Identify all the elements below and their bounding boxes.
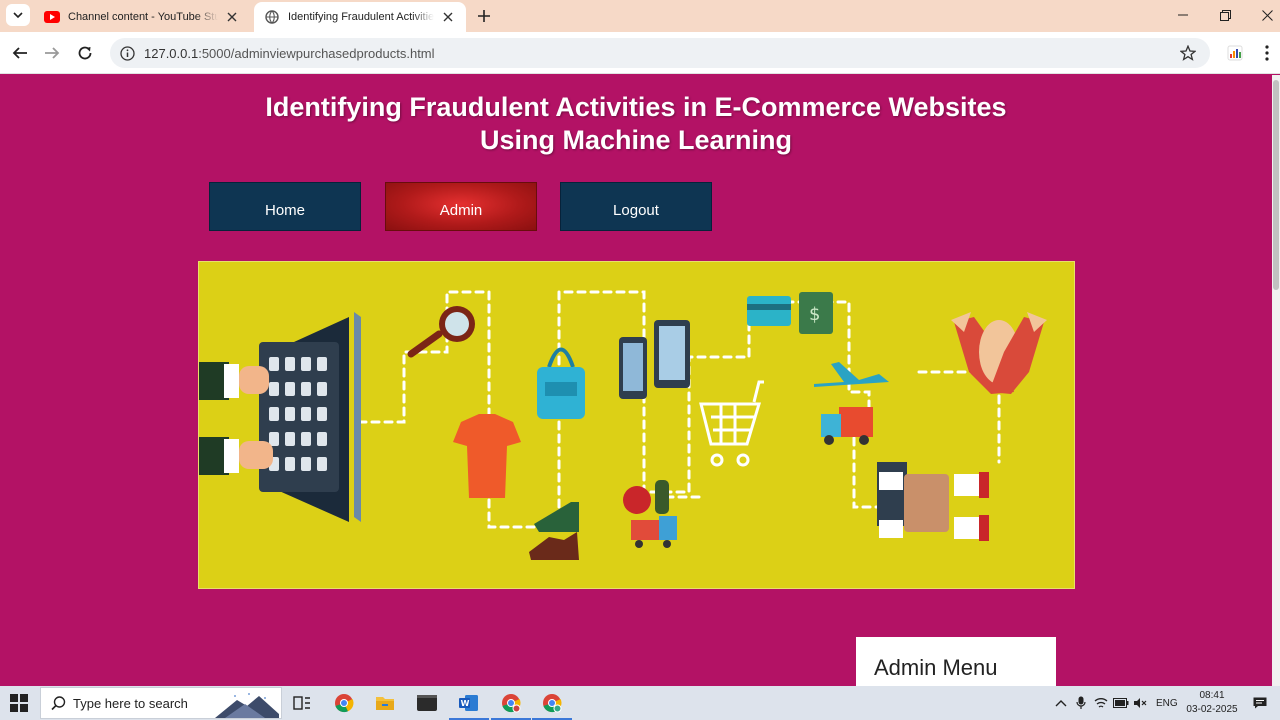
reload-icon — [78, 46, 92, 60]
url-host: 127.0.0.1 — [144, 45, 199, 61]
nav-home-button[interactable]: Home — [209, 182, 361, 231]
tab-title: Channel content - YouTube Studio — [68, 11, 218, 23]
windows-taskbar: Type here to search W ENG 08:41 03-02-20… — [0, 686, 1280, 720]
delivery-truck-icon — [821, 407, 873, 445]
word-icon[interactable]: W — [449, 691, 489, 720]
tab-youtube-studio[interactable]: Channel content - YouTube Studio — [34, 2, 250, 32]
wifi-icon[interactable] — [1093, 695, 1109, 711]
arrow-right-icon — [45, 47, 60, 59]
tab-search-button[interactable] — [6, 4, 30, 26]
taskbar-search-box[interactable]: Type here to search — [40, 687, 282, 719]
admin-menu-heading: Admin Menu — [874, 655, 998, 680]
youtube-icon — [44, 9, 60, 25]
scrollbar-thumb[interactable] — [1273, 80, 1279, 290]
minimize-icon — [1178, 14, 1188, 16]
globe-icon — [264, 9, 280, 25]
taskbar-search-placeholder: Type here to search — [73, 695, 188, 711]
nav-logout-button[interactable]: Logout — [560, 182, 712, 231]
kebab-menu-icon — [1265, 45, 1269, 61]
back-button[interactable] — [8, 41, 32, 65]
shopping-cart-icon — [699, 380, 764, 467]
arrow-left-icon — [12, 47, 27, 59]
taskbar-clock[interactable]: 08:41 03-02-2025 — [1184, 689, 1240, 717]
clock-time: 08:41 — [1199, 690, 1225, 701]
task-view-icon[interactable] — [290, 691, 314, 715]
search-icon — [51, 696, 66, 711]
ecommerce-banner-image: $ — [198, 261, 1075, 589]
bookmark-star-icon[interactable] — [1178, 43, 1198, 63]
battery-icon[interactable] — [1113, 695, 1129, 711]
chrome-app-icon[interactable] — [532, 691, 572, 720]
admin-menu-panel: Admin Menu — [856, 637, 1056, 686]
windows-start-icon[interactable] — [10, 694, 28, 712]
magnifier-icon — [407, 306, 475, 358]
info-icon[interactable] — [118, 44, 136, 62]
speaker-muted-icon[interactable] — [1132, 695, 1148, 711]
url-text: 127.0.0.1:5000/adminviewpurchasedproduct… — [144, 46, 435, 61]
microphone-icon[interactable] — [1073, 695, 1089, 711]
svg-text:$: $ — [809, 304, 820, 325]
language-indicator[interactable]: ENG — [1156, 698, 1178, 709]
search-highlight-art — [215, 693, 279, 718]
terminal-icon[interactable] — [415, 691, 439, 715]
clock-date: 03-02-2025 — [1186, 704, 1238, 715]
restore-button[interactable] — [1213, 4, 1237, 26]
laptop-icon — [259, 312, 361, 522]
address-bar[interactable]: 127.0.0.1:5000/adminviewpurchasedproduct… — [110, 38, 1210, 68]
tab-title: Identifying Fraudulent Activities in E-C… — [288, 11, 434, 23]
chevron-up-icon[interactable] — [1053, 695, 1069, 711]
plus-icon — [478, 10, 490, 22]
chrome-icon[interactable] — [332, 691, 356, 715]
chevron-down-icon — [13, 12, 23, 19]
browser-menu-button[interactable] — [1258, 43, 1276, 63]
page-viewport: Identifying Fraudulent Activities in E-C… — [0, 75, 1272, 686]
nav-admin-button[interactable]: Admin — [385, 182, 537, 231]
new-tab-button[interactable] — [474, 6, 494, 26]
minimize-button[interactable] — [1171, 4, 1195, 26]
close-icon[interactable] — [440, 9, 456, 25]
notification-icon[interactable] — [1252, 695, 1268, 711]
browser-toolbar: 127.0.0.1:5000/adminviewpurchasedproduct… — [0, 32, 1280, 74]
close-icon — [1261, 9, 1273, 21]
reload-button[interactable] — [73, 41, 97, 65]
page-title: Identifying Fraudulent Activities in E-C… — [265, 92, 1007, 155]
tab-bar: Channel content - YouTube Studio Identif… — [0, 0, 1280, 32]
extension-icon[interactable] — [1226, 44, 1244, 62]
file-explorer-icon[interactable] — [373, 691, 397, 715]
url-path: :5000/adminviewpurchasedproducts.html — [198, 45, 435, 61]
restore-icon — [1219, 9, 1231, 21]
chrome-profile-icon[interactable] — [491, 691, 531, 720]
close-icon[interactable] — [224, 9, 240, 25]
forward-button[interactable] — [40, 41, 64, 65]
close-window-button[interactable] — [1255, 4, 1279, 26]
handbag-icon — [537, 347, 585, 419]
svg-text:W: W — [461, 699, 470, 708]
tab-fraud-app[interactable]: Identifying Fraudulent Activities in E-C… — [254, 2, 466, 32]
